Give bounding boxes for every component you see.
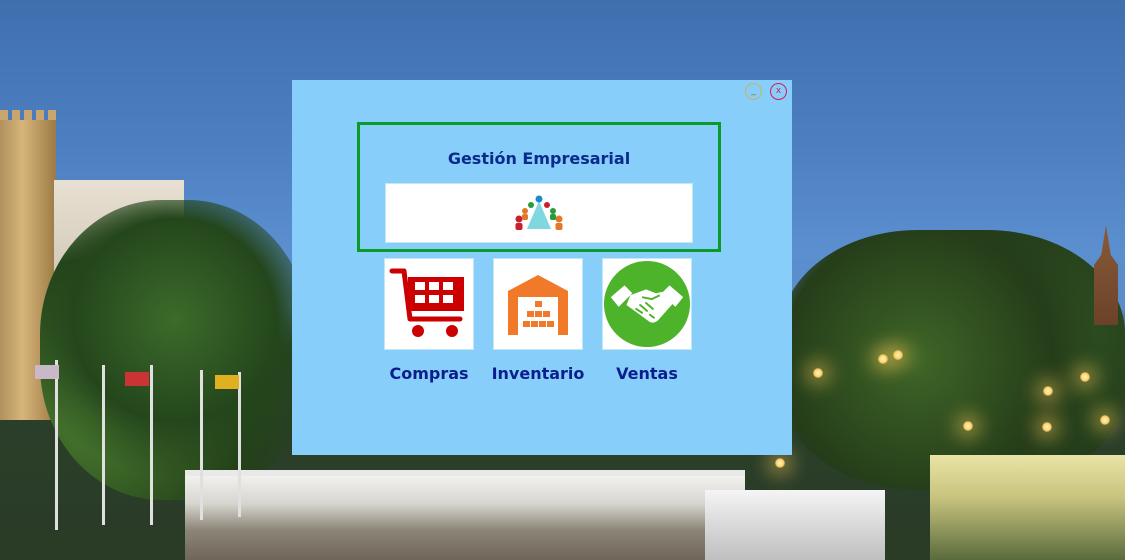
flag xyxy=(125,372,149,386)
minimize-button[interactable]: _ xyxy=(745,83,762,100)
street-lamp xyxy=(1043,386,1053,396)
close-button[interactable]: x xyxy=(770,83,787,100)
street-lamp xyxy=(1100,415,1110,425)
background-trees-right xyxy=(780,230,1125,490)
street-lamp xyxy=(878,354,888,364)
main-window: _ x Gestión Empresarial Compras Inventar… xyxy=(292,80,792,455)
background-boat xyxy=(185,470,745,560)
background-spire xyxy=(1094,225,1118,325)
ventas-label[interactable]: Ventas xyxy=(587,364,707,383)
background-bridge xyxy=(930,455,1125,560)
street-lamp xyxy=(775,458,785,468)
background-boat-small xyxy=(705,490,885,560)
team-icon xyxy=(515,195,563,230)
flag-pole xyxy=(102,365,105,525)
flag-pole xyxy=(150,365,153,525)
handshake-icon xyxy=(603,260,691,348)
compras-label[interactable]: Compras xyxy=(369,364,489,383)
ventas-tile[interactable] xyxy=(602,258,692,350)
street-lamp xyxy=(1080,372,1090,382)
flag-pole xyxy=(55,360,58,530)
flag-pole xyxy=(238,372,241,517)
page-title: Gestión Empresarial xyxy=(447,149,631,168)
inventario-tile[interactable] xyxy=(493,258,583,350)
warehouse-icon xyxy=(508,275,568,335)
header-frame: Gestión Empresarial xyxy=(357,122,721,252)
street-lamp xyxy=(963,421,973,431)
street-lamp xyxy=(893,350,903,360)
street-lamp xyxy=(813,368,823,378)
logo-panel xyxy=(385,183,693,243)
background-trees-left xyxy=(40,200,310,500)
flag-pole xyxy=(200,370,203,520)
street-lamp xyxy=(1042,422,1052,432)
inventario-label[interactable]: Inventario xyxy=(478,364,598,383)
shopping-cart-icon xyxy=(389,268,464,337)
flag xyxy=(35,365,59,379)
compras-tile[interactable] xyxy=(384,258,474,350)
flag xyxy=(215,375,239,389)
